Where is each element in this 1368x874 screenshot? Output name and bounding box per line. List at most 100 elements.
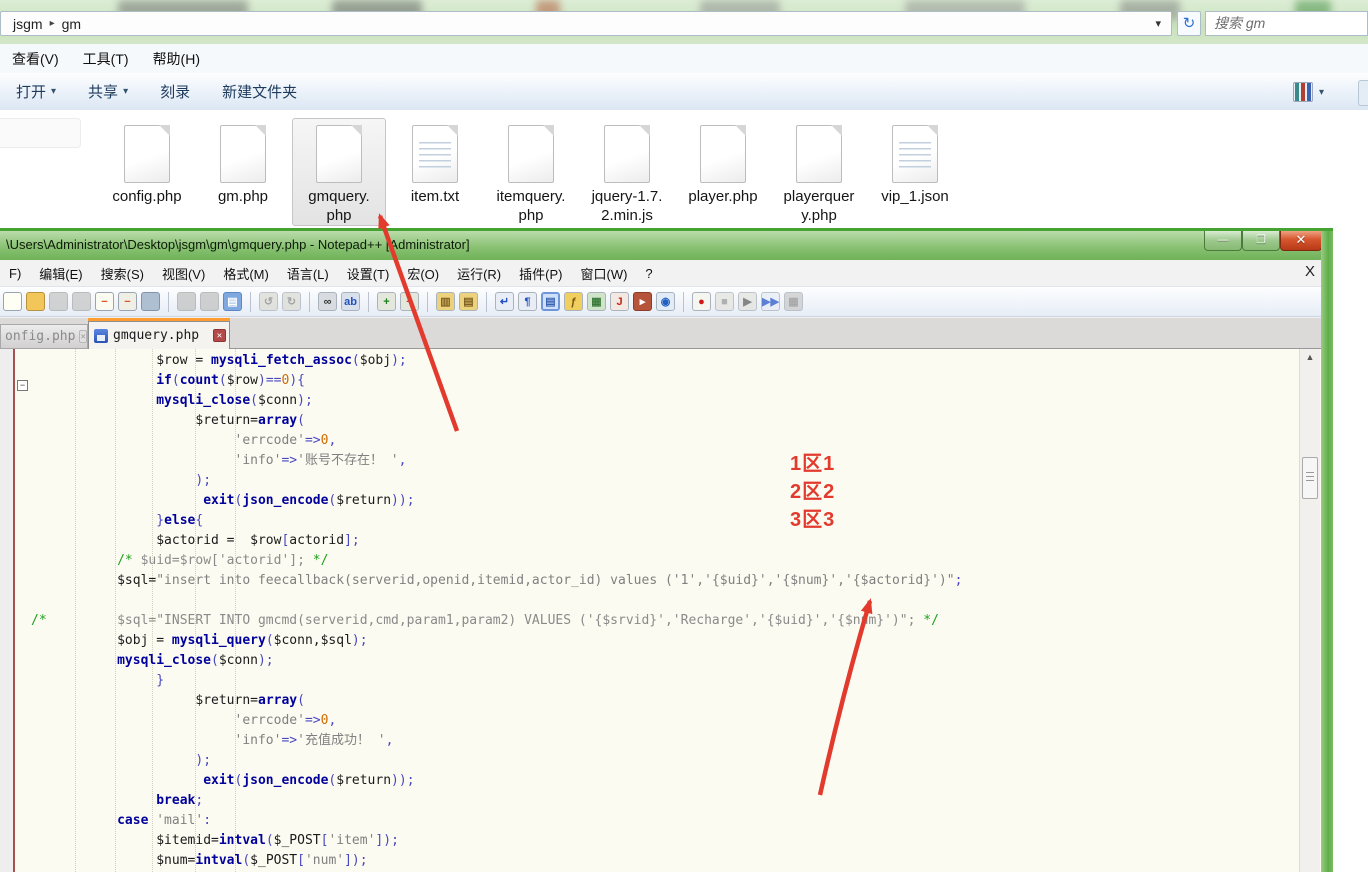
zoom-out-icon[interactable]: − — [400, 292, 419, 311]
run-macro-multiple-icon[interactable]: ▶▶ — [761, 292, 780, 311]
npp-editor[interactable]: − $row = mysqli_fetch_assoc($obj); if(co… — [0, 349, 1321, 872]
file-item[interactable]: item.txt — [388, 118, 482, 207]
npp-menu-item[interactable]: 宏(O) — [398, 264, 448, 283]
find-icon[interactable]: ∞ — [318, 292, 337, 311]
file-item[interactable]: itemquery.php — [484, 118, 578, 226]
indent-guide-icon[interactable]: ▤ — [541, 292, 560, 311]
zoom-in-icon[interactable]: + — [377, 292, 396, 311]
close-button[interactable]: ✕ — [1280, 231, 1322, 251]
open-file-icon[interactable] — [26, 292, 45, 311]
function-list-icon[interactable]: ƒ — [564, 292, 583, 311]
undo-icon[interactable]: ↺ — [259, 292, 278, 311]
toolbar-separator — [309, 292, 310, 312]
npp-menu-item[interactable]: ? — [636, 266, 661, 281]
npp-menu-item[interactable]: 编辑(E) — [30, 264, 91, 283]
save-all-icon[interactable] — [72, 292, 91, 311]
toolbar-separator — [168, 292, 169, 312]
sync-scroll-horizontal-icon[interactable]: ▤ — [459, 292, 478, 311]
close-document-x[interactable]: X — [1300, 263, 1320, 280]
explorer-command-button[interactable]: 共享▾ — [72, 81, 144, 102]
npp-menu-item[interactable]: 设置(T) — [338, 264, 399, 283]
code-line: mysqli_close($conn); — [31, 651, 962, 671]
new-file-icon[interactable] — [3, 292, 22, 311]
redo-icon[interactable]: ↻ — [282, 292, 301, 311]
tab-gmquery-php[interactable]: gmquery.php ✕ — [88, 321, 230, 349]
toolbar-separator — [486, 292, 487, 312]
npp-menu-item[interactable]: 窗口(W) — [571, 264, 636, 283]
npp-titlebar[interactable]: \Users\Administrator\Desktop\jsgm\gm\gmq… — [0, 231, 1321, 260]
show-all-characters-icon[interactable]: ¶ — [518, 292, 537, 311]
explorer-command-button[interactable]: 打开▾ — [0, 81, 72, 102]
address-dropdown-caret-icon[interactable]: ▾ — [1155, 17, 1171, 30]
explorer-menu-item[interactable]: 查看(V) — [0, 49, 71, 69]
code-line: 'errcode'=>0, — [31, 711, 962, 731]
copy-icon[interactable] — [200, 292, 219, 311]
file-label: player.php — [677, 187, 769, 206]
replace-icon[interactable]: ab — [341, 292, 360, 311]
explorer-command-button[interactable]: 新建文件夹 — [206, 81, 313, 102]
close-tab-icon[interactable]: ✕ — [213, 329, 226, 342]
file-item[interactable]: playerquery.php — [772, 118, 866, 226]
code-line: 'info'=>'账号不存在！ ', — [31, 451, 962, 471]
print-icon[interactable] — [141, 292, 160, 311]
dropdown-caret-icon: ▾ — [123, 86, 128, 97]
file-item[interactable]: config.php — [100, 118, 194, 207]
file-item[interactable]: jquery-1.7.2.min.js — [580, 118, 674, 226]
file-icon — [796, 125, 842, 183]
minimize-button[interactable]: — — [1204, 231, 1242, 251]
npp-menu-item[interactable]: 视图(V) — [153, 264, 214, 283]
file-label: playerquery.php — [773, 187, 865, 225]
window-title: \Users\Administrator\Desktop\jsgm\gm\gmq… — [6, 237, 470, 252]
scroll-up-arrow-icon[interactable]: ▲ — [1300, 349, 1320, 366]
npp-menu-item[interactable]: F) — [0, 266, 30, 281]
breadcrumb-segment[interactable]: jsgm — [9, 16, 47, 32]
refresh-button[interactable]: ↻ — [1177, 11, 1201, 36]
editor-scrollbar[interactable]: ▲ — [1299, 349, 1320, 872]
document-map-icon[interactable]: ▦ — [587, 292, 606, 311]
views-grid-icon — [1293, 82, 1313, 102]
npp-menu-item[interactable]: 语言(L) — [278, 264, 338, 283]
npp-menu-item[interactable]: 搜索(S) — [92, 264, 153, 283]
npp-menu-item[interactable]: 格式(M) — [214, 264, 278, 283]
cut-icon[interactable] — [177, 292, 196, 311]
search-input[interactable]: 搜索 gm — [1205, 11, 1368, 36]
js-plugin-icon[interactable]: J — [610, 292, 629, 311]
restore-button[interactable]: ❐ — [1242, 231, 1280, 251]
help-button-cut[interactable] — [1358, 80, 1368, 106]
paste-icon[interactable]: ▤ — [223, 292, 242, 311]
file-item[interactable]: vip_1.json — [868, 118, 962, 207]
explorer-command-button[interactable]: 刻录 — [144, 81, 206, 102]
file-item[interactable]: player.php — [676, 118, 770, 207]
scrollbar-thumb[interactable] — [1302, 457, 1318, 499]
stop-recording-icon[interactable]: ■ — [715, 292, 734, 311]
file-item[interactable]: gmquery.php — [292, 118, 386, 226]
npp-tabbar: onfig.php ✕ gmquery.php ✕ — [0, 318, 1321, 349]
breadcrumb-arrow-icon: ▸ — [47, 18, 58, 29]
fold-collapse-icon[interactable]: − — [17, 380, 28, 391]
explorer-menu-item[interactable]: 工具(T) — [71, 49, 141, 69]
change-view-button[interactable]: ▾ — [1293, 80, 1337, 104]
code-line: $sql="insert into feecallback(serverid,o… — [31, 571, 962, 591]
npp-menu-item[interactable]: 插件(P) — [510, 264, 571, 283]
explorer-menu-item[interactable]: 帮助(H) — [141, 49, 212, 69]
tab-config-php[interactable]: onfig.php ✕ — [0, 324, 88, 349]
playback-macro-icon[interactable]: ▶ — [738, 292, 757, 311]
save-file-icon[interactable] — [49, 292, 68, 311]
close-all-icon[interactable]: − — [118, 292, 137, 311]
close-file-icon[interactable]: − — [95, 292, 114, 311]
close-tab-icon[interactable]: ✕ — [79, 330, 86, 343]
file-monitoring-eye-icon[interactable]: ◉ — [656, 292, 675, 311]
word-wrap-icon[interactable]: ↵ — [495, 292, 514, 311]
file-label: jquery-1.7.2.min.js — [581, 187, 673, 225]
breadcrumb-segment[interactable]: gm — [58, 16, 85, 32]
navigation-pane-item[interactable] — [0, 118, 81, 148]
file-label: itemquery.php — [485, 187, 577, 225]
save-macro-icon[interactable]: ▦ — [784, 292, 803, 311]
sync-scroll-vertical-icon[interactable]: ▥ — [436, 292, 455, 311]
npp-menu-item[interactable]: 运行(R) — [448, 264, 510, 283]
address-bar[interactable]: jsgm ▸ gm ▾ — [0, 11, 1172, 36]
file-item[interactable]: gm.php — [196, 118, 290, 207]
record-macro-icon[interactable]: ● — [692, 292, 711, 311]
folder-as-workspace-icon[interactable]: ▸ — [633, 292, 652, 311]
code-line: case 'mail': — [31, 811, 962, 831]
